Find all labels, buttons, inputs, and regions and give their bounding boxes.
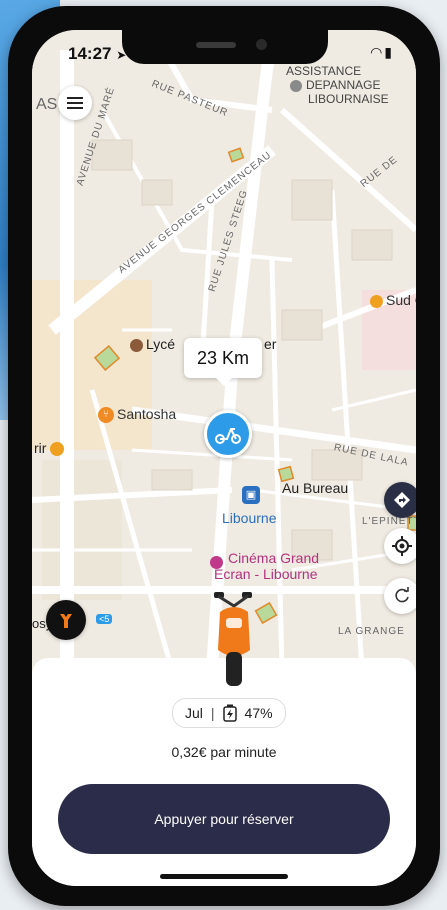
vehicle-info-pill: Jul | 47% [172, 698, 286, 728]
train-station-icon[interactable]: ▣ [242, 486, 260, 504]
poi-cinema-line2[interactable]: Écran - Libourne [214, 566, 318, 582]
refresh-button[interactable] [384, 578, 416, 614]
poi-rir-label: rir [34, 440, 47, 456]
poi-santosha-label: Santosha [117, 406, 177, 422]
directions-button[interactable] [384, 482, 416, 518]
notch [122, 30, 328, 64]
poi-assistance: ASSISTANCE [286, 64, 361, 78]
poi-rir[interactable]: rir [34, 440, 65, 457]
garage-icon [290, 79, 302, 92]
locate-me-button[interactable] [384, 528, 416, 564]
scooter-illustration [214, 592, 252, 686]
battery-icon: ▮ [384, 44, 394, 60]
scooter-icon [215, 428, 241, 444]
poi-cinema-line1[interactable]: Cinéma Grand [228, 550, 319, 566]
poi-libourne-station[interactable]: Libourne [222, 510, 277, 526]
wrench-icon [60, 614, 72, 628]
poi-lycee[interactable]: Lycé [130, 336, 175, 352]
crosshair-icon [392, 536, 412, 556]
vehicle-bottom-sheet: Jul | 47% 0,32€ par minute Appuyer pour … [32, 658, 416, 886]
home-indicator [160, 874, 288, 879]
battery-charging-icon [222, 704, 237, 722]
status-icons: ◠▮ [370, 44, 394, 61]
directions-icon [394, 492, 410, 508]
status-time-text: 14:27 [68, 44, 112, 63]
distance-badge: <5 [96, 614, 113, 624]
pill-separator: | [210, 705, 215, 721]
distance-tooltip: 23 Km [184, 338, 262, 386]
app-screen: AVENUE DU MARÉ AVENUE GEORGES CLEMENCEAU… [32, 30, 416, 886]
phone-frame: AVENUE DU MARÉ AVENUE GEORGES CLEMENCEAU… [8, 6, 440, 906]
poi-au-bureau[interactable]: Au Bureau [282, 480, 348, 496]
poi-sud-ouest-label: Sud O [386, 292, 416, 308]
street-label-la-grange: LA GRANGE [338, 626, 405, 637]
price-per-minute: 0,32€ par minute [171, 744, 277, 760]
restaurant-icon: ⑂ [98, 407, 114, 424]
reserve-button[interactable]: Appuyer pour réserver [58, 784, 390, 854]
maintenance-button[interactable] [46, 600, 86, 640]
scooter-map-pin[interactable] [204, 410, 252, 458]
map-fragment-as: AS [36, 96, 58, 113]
street-label-l-epinette: L'EPINETTE [362, 516, 416, 527]
poi-sud-ouest[interactable]: Sud O [370, 292, 416, 308]
menu-button[interactable] [58, 86, 92, 120]
poi-assistance-line1: ASSISTANCE [286, 64, 362, 78]
status-time: 14:27 ➤ [68, 44, 126, 64]
vehicle-name: Jul [185, 705, 203, 721]
hamburger-icon [67, 97, 83, 109]
poi-lycee-end: er [264, 336, 277, 352]
poi-santosha[interactable]: ⑂ Santosha [98, 406, 177, 424]
shop-icon [370, 294, 383, 308]
wifi-icon: ◠ [370, 44, 385, 60]
poi-lycee-label: Lycé [146, 336, 176, 352]
poi-depannage-line: DEPANNAGE [306, 78, 381, 92]
battery-level: 47% [244, 705, 273, 721]
bar-icon [50, 442, 65, 457]
poi-libournaise: LIBOURNAISE [308, 92, 389, 106]
refresh-icon [395, 587, 409, 603]
poi-depannage[interactable]: DEPANNAGE [290, 78, 380, 92]
school-icon [130, 338, 143, 352]
